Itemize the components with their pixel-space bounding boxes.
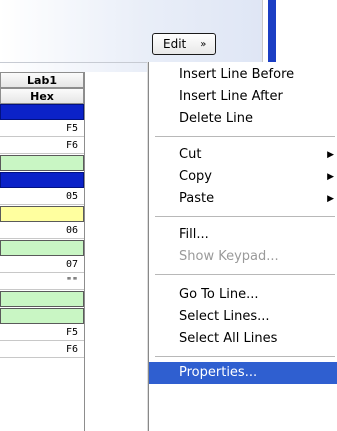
menu-item-delete-line[interactable]: Delete Line: [149, 108, 337, 130]
grid-row[interactable]: F6: [0, 342, 84, 358]
menu-item-fill[interactable]: Fill...: [149, 224, 337, 246]
grid-row[interactable]: 07: [0, 257, 84, 273]
chevron-down-icon: »: [200, 38, 207, 50]
menu-item-select-lines[interactable]: Select Lines...: [149, 306, 337, 328]
grid-row[interactable]: "": [0, 274, 84, 290]
grid-row[interactable]: [0, 206, 84, 222]
menu-separator: [155, 274, 335, 275]
menu-separator: [155, 216, 335, 217]
menu-item-select-all-lines[interactable]: Select All Lines: [149, 328, 337, 350]
grid-row[interactable]: [0, 104, 84, 120]
grid-row[interactable]: F5: [0, 325, 84, 341]
menu-item-copy-label: Copy: [179, 169, 212, 184]
menu-item-cut-label: Cut: [179, 147, 202, 162]
menu-item-show-keypad: Show Keypad...: [179, 249, 279, 264]
edit-button-label: Edit: [163, 37, 187, 51]
column-header-title[interactable]: Lab1: [0, 72, 84, 88]
edit-menu-button[interactable]: Edit »: [152, 33, 216, 55]
edit-context-menu: Insert Line Before Insert Line After Del…: [148, 62, 337, 431]
grid-row[interactable]: [0, 291, 84, 307]
submenu-arrow-icon: ▶: [327, 150, 334, 160]
grid-row[interactable]: [0, 308, 84, 324]
grid-row[interactable]: F5: [0, 121, 84, 137]
grid-row[interactable]: [0, 172, 84, 188]
submenu-arrow-icon: ▶: [327, 172, 334, 182]
menu-separator: [155, 356, 335, 357]
menu-item-cut[interactable]: Cut ▶: [149, 144, 337, 166]
menu-item-paste-label: Paste: [179, 191, 215, 206]
submenu-arrow-icon: ▶: [327, 194, 334, 204]
grid-row[interactable]: 06: [0, 223, 84, 239]
menu-item-properties[interactable]: Properties...: [149, 362, 337, 384]
menu-separator: [155, 136, 335, 137]
menu-item-copy[interactable]: Copy ▶: [149, 166, 337, 188]
grid-row[interactable]: [0, 155, 84, 171]
menu-item-insert-line-before[interactable]: Insert Line Before: [149, 64, 337, 86]
grid-row[interactable]: F6: [0, 138, 84, 154]
grid-row[interactable]: 05: [0, 189, 84, 205]
lab1-column: Lab1 Hex F5 F6 05 06 07 "" F5 F6: [0, 72, 85, 431]
menu-item-paste[interactable]: Paste ▶: [149, 188, 337, 210]
column-header-format[interactable]: Hex: [0, 88, 84, 104]
menu-item-go-to-line[interactable]: Go To Line...: [149, 284, 337, 306]
grid-row[interactable]: [0, 240, 84, 256]
menu-item-insert-line-after[interactable]: Insert Line After: [149, 86, 337, 108]
